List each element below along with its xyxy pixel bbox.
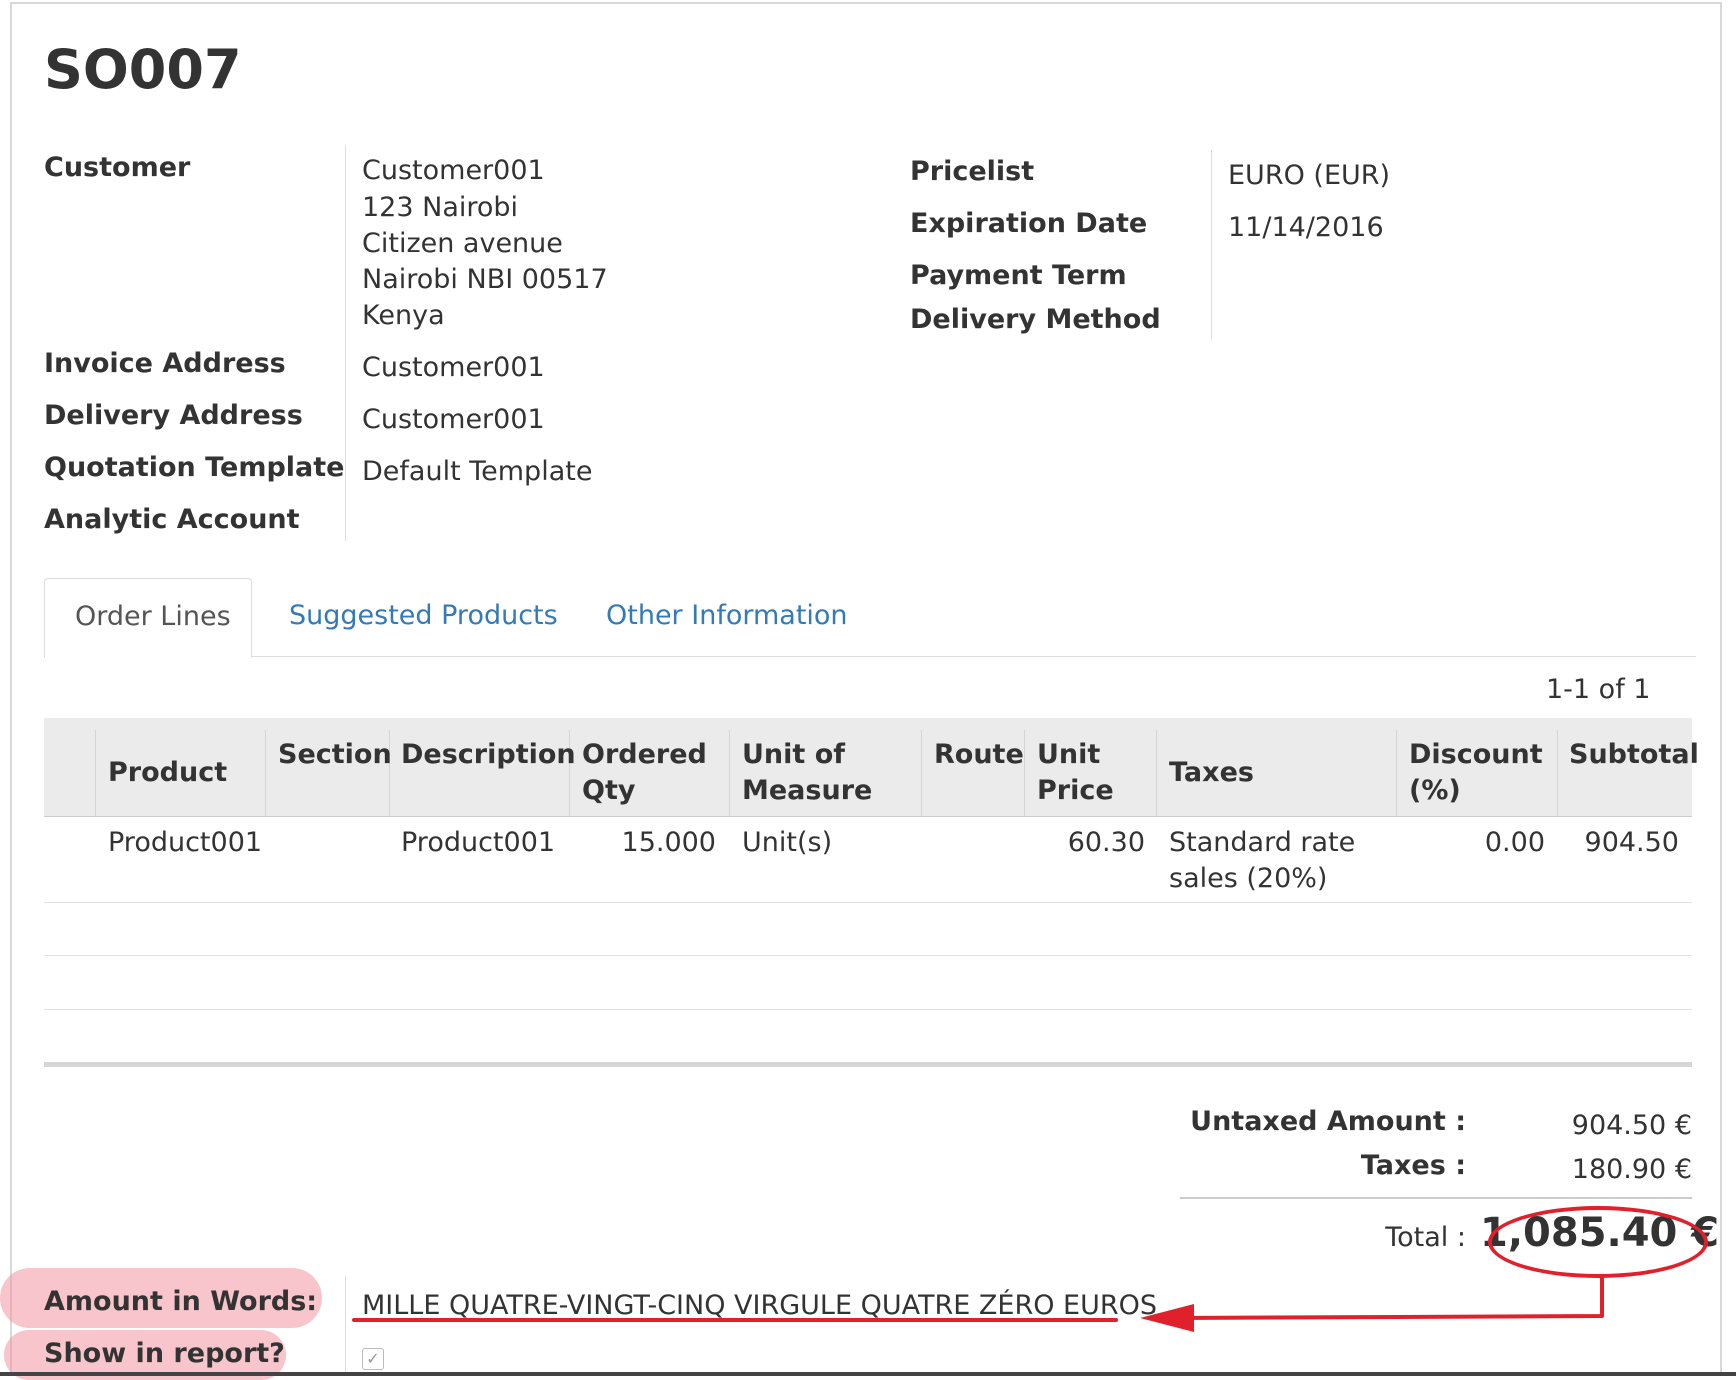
annotation-arrow-icon — [1140, 1276, 1604, 1332]
bottom-edge — [0, 1372, 1736, 1376]
